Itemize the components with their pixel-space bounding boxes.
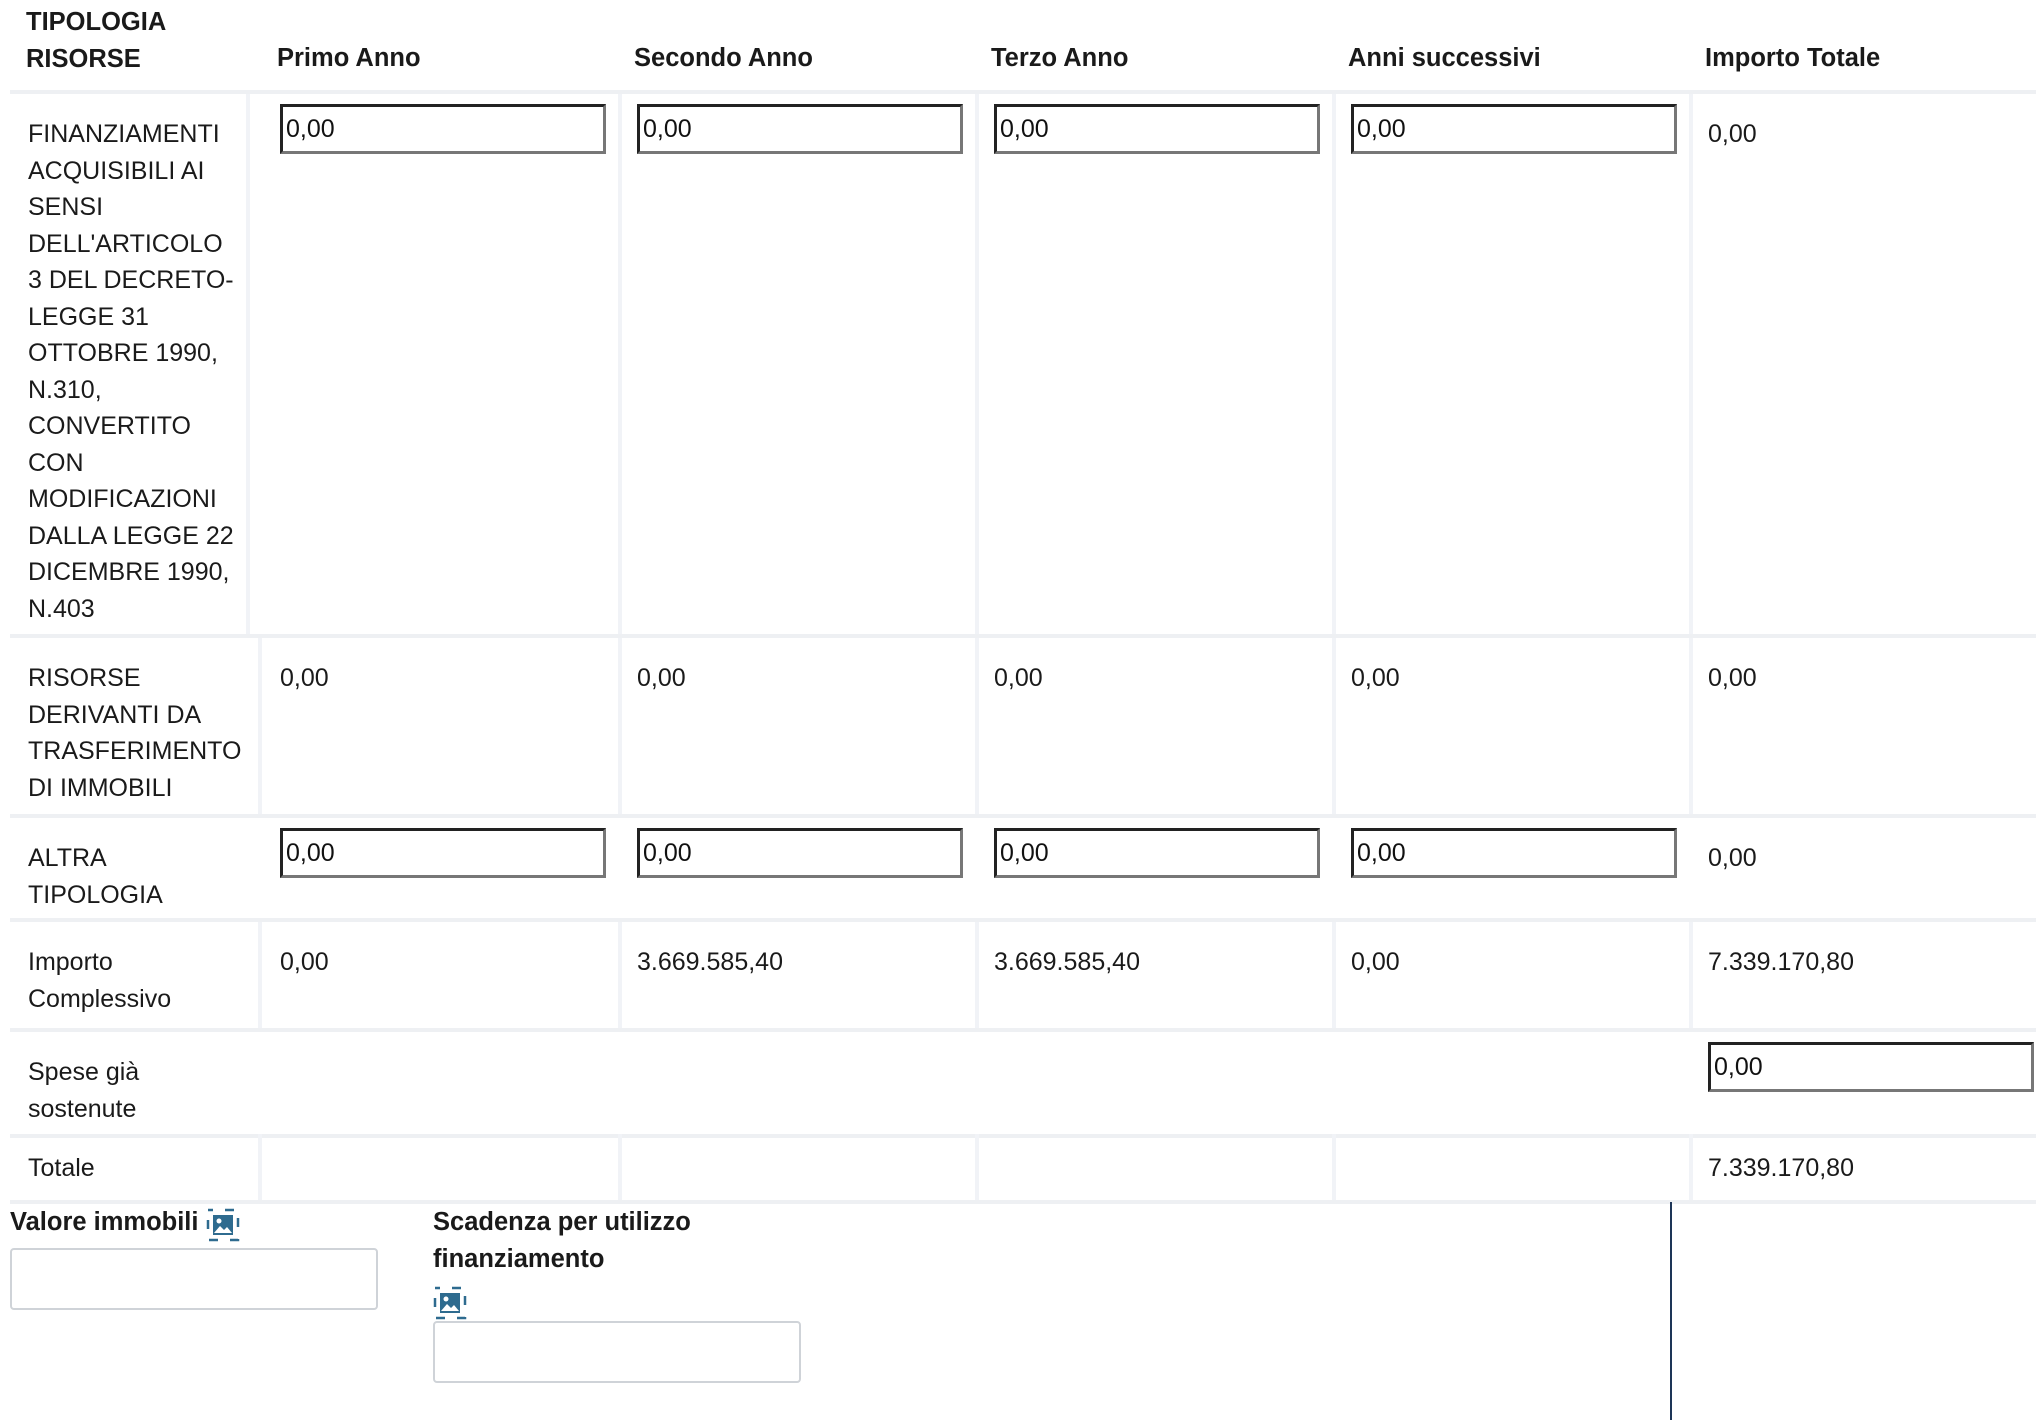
cell-importo-totale: 0,00: [1708, 120, 1757, 148]
cell-secondo-anno: [622, 1134, 979, 1200]
header-terzo-anno: Terzo Anno: [991, 44, 1129, 72]
anni-successivi-input[interactable]: [1351, 828, 1677, 878]
primo-anno-input[interactable]: [280, 104, 606, 154]
cell-primo-anno: [265, 1134, 622, 1200]
terzo-anno-input[interactable]: [994, 104, 1320, 154]
cell-anni-successivi: [1336, 1032, 1693, 1134]
cell-secondo-anno: [622, 1032, 979, 1134]
scadenza-input[interactable]: [433, 1321, 801, 1383]
cell-importo-totale: 7.339.170,80: [1708, 948, 1854, 976]
cell-anni-successivi: 0,00: [1336, 922, 1693, 1028]
table-header-row: TIPOLOGIA RISORSE Primo Anno Secondo Ann…: [10, 0, 2036, 94]
cell-importo-totale: 7.339.170,80: [1708, 1154, 1854, 1182]
table-row: FINANZIAMENTI ACQUISIBILI AI SENSI DELL'…: [10, 94, 2036, 638]
cell-terzo-anno: [979, 94, 1336, 634]
cell-anni-successivi: [1336, 818, 1693, 918]
cell-anni-successivi: [1336, 1134, 1693, 1200]
valore-immobili-label-wrap: Valore immobili: [10, 1204, 239, 1242]
image-icon[interactable]: [206, 1208, 239, 1242]
scadenza-label: Scadenza per utilizzo finanziamento: [433, 1208, 691, 1273]
table-row: Totale 7.339.170,80: [10, 1134, 2036, 1204]
anni-successivi-input[interactable]: [1351, 104, 1677, 154]
valore-immobili-input[interactable]: [10, 1248, 378, 1310]
header-importo-totale: Importo Totale: [1705, 44, 1881, 72]
image-icon[interactable]: [433, 1286, 467, 1320]
spese-sostenute-input[interactable]: [1708, 1042, 2034, 1092]
terzo-anno-input[interactable]: [994, 828, 1320, 878]
vertical-divider: [1670, 1202, 1672, 1420]
cell-terzo-anno: 0,00: [979, 638, 1336, 814]
cell-terzo-anno: 3.669.585,40: [979, 922, 1336, 1028]
cell-secondo-anno: [622, 94, 979, 634]
row-label: Importo Complessivo: [10, 922, 262, 1028]
cell-primo-anno: [265, 94, 622, 634]
cell-primo-anno: [265, 818, 622, 918]
table-row: Importo Complessivo 0,00 3.669.585,40 3.…: [10, 922, 2036, 1032]
cell-primo-anno: 0,00: [265, 922, 622, 1028]
header-secondo-anno: Secondo Anno: [634, 44, 813, 72]
cell-terzo-anno: [979, 1032, 1336, 1134]
cell-secondo-anno: 0,00: [622, 638, 979, 814]
row-label: RISORSE DERIVANTI DA TRASFERIMENTO DI IM…: [10, 638, 262, 814]
cell-primo-anno: [265, 1032, 622, 1134]
secondo-anno-input[interactable]: [637, 104, 963, 154]
header-primo-anno: Primo Anno: [277, 44, 421, 72]
cell-importo-totale: [1693, 1032, 2036, 1134]
table-row: ALTRA TIPOLOGIA 0,00: [10, 818, 2036, 922]
row-label: Totale: [10, 1134, 262, 1200]
header-anni-successivi: Anni successivi: [1348, 44, 1541, 72]
cell-secondo-anno: 3.669.585,40: [622, 922, 979, 1028]
cell-terzo-anno: [979, 1134, 1336, 1200]
table-row: RISORSE DERIVANTI DA TRASFERIMENTO DI IM…: [10, 638, 2036, 818]
row-label: ALTRA TIPOLOGIA: [28, 844, 163, 909]
cell-secondo-anno: [622, 818, 979, 918]
header-tipologia-risorse: TIPOLOGIA RISORSE: [26, 8, 166, 73]
cell-terzo-anno: [979, 818, 1336, 918]
cell-primo-anno: 0,00: [265, 638, 622, 814]
cell-importo-totale: 0,00: [1708, 844, 1757, 872]
primo-anno-input[interactable]: [280, 828, 606, 878]
valore-immobili-label: Valore immobili: [10, 1208, 199, 1236]
table-row: Spese già sostenute: [10, 1032, 2036, 1138]
row-label: Spese già sostenute: [28, 1058, 140, 1123]
secondo-anno-input[interactable]: [637, 828, 963, 878]
row-label: FINANZIAMENTI ACQUISIBILI AI SENSI DELL'…: [10, 94, 250, 634]
cell-anni-successivi: 0,00: [1336, 638, 1693, 814]
cell-importo-totale: 0,00: [1708, 664, 1757, 692]
cell-anni-successivi: [1336, 94, 1693, 634]
